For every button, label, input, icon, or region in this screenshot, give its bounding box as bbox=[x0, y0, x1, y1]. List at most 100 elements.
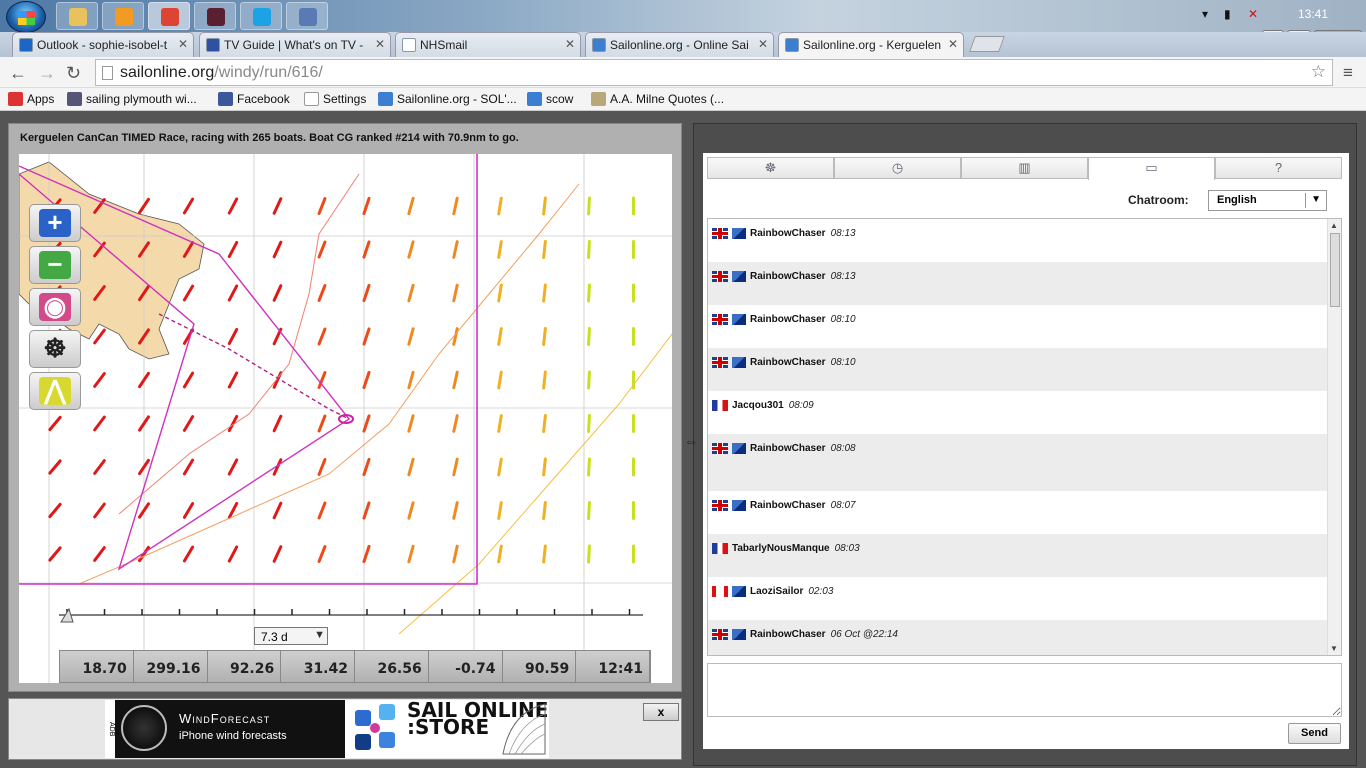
tab-help[interactable]: ? bbox=[1215, 157, 1342, 179]
chat-user-name: RainbowChaser bbox=[750, 228, 826, 239]
taskbar-app-button[interactable] bbox=[240, 2, 282, 30]
tab-close-icon[interactable]: ✕ bbox=[565, 37, 575, 51]
wind-arrow bbox=[317, 197, 327, 215]
chat-username[interactable]: LaoziSailor 02:03 bbox=[750, 586, 833, 597]
wind-arrow bbox=[272, 240, 283, 259]
new-tab-button[interactable] bbox=[969, 36, 1005, 52]
wind-arrow bbox=[48, 459, 62, 475]
chat-input[interactable] bbox=[707, 663, 1342, 717]
taskbar-app-button[interactable] bbox=[102, 2, 144, 30]
globe-icon bbox=[67, 92, 82, 106]
tab-clock[interactable]: ◷ bbox=[834, 157, 961, 179]
tab-close-icon[interactable]: ✕ bbox=[758, 37, 768, 51]
browser-toolbar: ← → ↻ sailonline.org/windy/run/616/ ☆ ≡ bbox=[0, 57, 1366, 88]
tab-ranking[interactable]: ▥ bbox=[961, 157, 1088, 179]
scroll-up-icon[interactable]: ▲ bbox=[1330, 221, 1338, 230]
wind-arrow bbox=[317, 240, 327, 259]
browser-menu-icon[interactable]: ≡ bbox=[1343, 63, 1353, 83]
scroll-down-icon[interactable]: ▼ bbox=[1330, 644, 1338, 653]
center-boat-button[interactable]: ◉ bbox=[29, 288, 81, 326]
panel-resize-handle[interactable]: ⇔ bbox=[684, 433, 698, 457]
bookmark-item[interactable]: A.A. Milne Quotes (... bbox=[591, 92, 724, 106]
address-bar[interactable]: sailonline.org/windy/run/616/ ☆ bbox=[95, 59, 1333, 86]
page-icon bbox=[102, 66, 113, 80]
chat-username[interactable]: RainbowChaser 08:13 bbox=[750, 228, 856, 239]
scroll-thumb[interactable] bbox=[1330, 233, 1340, 307]
chat-user-name: RainbowChaser bbox=[750, 500, 826, 511]
browser-tab[interactable]: TV Guide | What's on TV - ✕ bbox=[199, 32, 391, 57]
taskbar-app-button[interactable] bbox=[194, 2, 236, 30]
bookmark-item[interactable]: Facebook bbox=[218, 92, 290, 106]
ad-subtitle: iPhone wind forecasts bbox=[179, 730, 287, 742]
bookmark-label: Settings bbox=[323, 92, 367, 106]
chat-username[interactable]: RainbowChaser 08:08 bbox=[750, 443, 856, 454]
browser-window: ▾ ▮ ✕ 13:41 — ❐ ✕ Outlook - sophie-isobe… bbox=[0, 0, 1366, 768]
sailonline-store-ad[interactable]: SAIL ONLINE :STORE bbox=[345, 700, 549, 758]
windforecast-ad[interactable]: ADB WindForecast iPhone wind forecasts bbox=[105, 700, 345, 758]
wind-arrow bbox=[93, 502, 106, 519]
bookmark-star-icon[interactable]: ☆ bbox=[1311, 62, 1326, 82]
forecast-range-select[interactable]: 7.3 d ▼ bbox=[254, 627, 328, 645]
bookmark-item[interactable]: Settings bbox=[304, 92, 366, 106]
send-button[interactable]: Send bbox=[1288, 723, 1341, 744]
browser-tab[interactable]: NHSmail ✕ bbox=[395, 32, 581, 57]
stat-value: 18.70 bbox=[60, 651, 134, 682]
zoom-out-button[interactable]: − bbox=[29, 246, 81, 284]
taskbar-app-button[interactable] bbox=[286, 2, 328, 30]
bookmark-item[interactable]: Apps bbox=[8, 92, 54, 106]
chat-message-list[interactable]: RainbowChaser 08:13 RainbowChaser 08:13 Rain… bbox=[707, 218, 1342, 656]
chat-scrollbar[interactable]: ▲ ▼ bbox=[1327, 219, 1341, 655]
tray-device-icon[interactable]: ▮ bbox=[1224, 7, 1231, 21]
tab-close-icon[interactable]: ✕ bbox=[375, 37, 385, 51]
tab-helm[interactable]: ☸ bbox=[707, 157, 834, 179]
wind-arrow bbox=[182, 415, 195, 432]
back-icon[interactable]: ← bbox=[9, 63, 27, 84]
start-button[interactable] bbox=[6, 1, 46, 33]
helm-button[interactable]: ☸ bbox=[29, 330, 81, 368]
stat-value: 26.56 bbox=[355, 651, 429, 682]
browser-tabstrip: Outlook - sophie-isobel-t ✕ TV Guide | Wha… bbox=[0, 32, 1366, 57]
taskbar-clock[interactable]: 13:41 bbox=[1298, 7, 1328, 21]
url-host: sailonline.org bbox=[120, 64, 215, 81]
store-logo-icon bbox=[355, 704, 395, 750]
wind-arrow bbox=[227, 240, 239, 259]
tab-chat[interactable]: ▭ bbox=[1088, 157, 1215, 180]
wind-arrow bbox=[362, 544, 371, 564]
apps-icon bbox=[8, 92, 23, 106]
wind-arrow bbox=[93, 459, 106, 475]
tray-arrow-icon[interactable]: ▾ bbox=[1202, 7, 1208, 21]
wind-arrow bbox=[542, 414, 547, 433]
compass-tool-button[interactable]: ⋀ bbox=[29, 372, 81, 410]
browser-tab[interactable]: Outlook - sophie-isobel-t ✕ bbox=[12, 32, 194, 57]
chat-username[interactable]: RainbowChaser 08:10 bbox=[750, 357, 856, 368]
bookmark-item[interactable]: sailing plymouth wi... bbox=[67, 92, 197, 106]
chat-username[interactable]: RainbowChaser 08:10 bbox=[750, 314, 856, 325]
boat-icon bbox=[732, 271, 746, 282]
chat-username[interactable]: RainbowChaser 08:13 bbox=[750, 271, 856, 282]
helm-icon: ☸ bbox=[764, 160, 777, 175]
browser-tab[interactable]: Sailonline.org - Kerguelen ✕ bbox=[778, 32, 964, 57]
flag-fr-icon bbox=[712, 543, 728, 554]
reload-icon[interactable]: ↻ bbox=[66, 63, 81, 84]
wind-arrow bbox=[452, 370, 459, 390]
chat-username[interactable]: RainbowChaser 06 Oct @22:14 bbox=[750, 629, 898, 640]
tab-close-icon[interactable]: ✕ bbox=[178, 37, 188, 51]
bookmark-label: scow bbox=[546, 92, 574, 106]
chat-time: 08:03 bbox=[834, 543, 860, 554]
chat-username[interactable]: TabarlyNousManque 08:03 bbox=[732, 543, 860, 554]
zoom-in-button[interactable]: + bbox=[29, 204, 81, 242]
chat-username[interactable]: Jacqou301 08:09 bbox=[732, 400, 814, 411]
browser-tab[interactable]: Sailonline.org - Online Sai ✕ bbox=[585, 32, 774, 57]
wind-map[interactable]: + − ◉ ☸ ⋀ 7.3 d ▼ 18.70 299.16 92.26 31.42 26.56… bbox=[19, 154, 672, 683]
wind-arrow bbox=[407, 544, 415, 564]
chatroom-select[interactable]: English ▼ bbox=[1208, 190, 1327, 211]
taskbar-app-button[interactable] bbox=[56, 2, 98, 30]
tab-close-icon[interactable]: ✕ bbox=[948, 37, 958, 51]
forward-icon[interactable]: → bbox=[38, 63, 56, 84]
bookmark-item[interactable]: scow bbox=[527, 92, 573, 106]
bookmark-item[interactable]: Sailonline.org - SOL'... bbox=[378, 92, 517, 106]
taskbar-app-button[interactable] bbox=[148, 2, 190, 30]
tray-network-icon[interactable]: ✕ bbox=[1248, 7, 1258, 21]
chat-username[interactable]: RainbowChaser 08:07 bbox=[750, 500, 856, 511]
ad-close-button[interactable]: x bbox=[643, 703, 679, 721]
